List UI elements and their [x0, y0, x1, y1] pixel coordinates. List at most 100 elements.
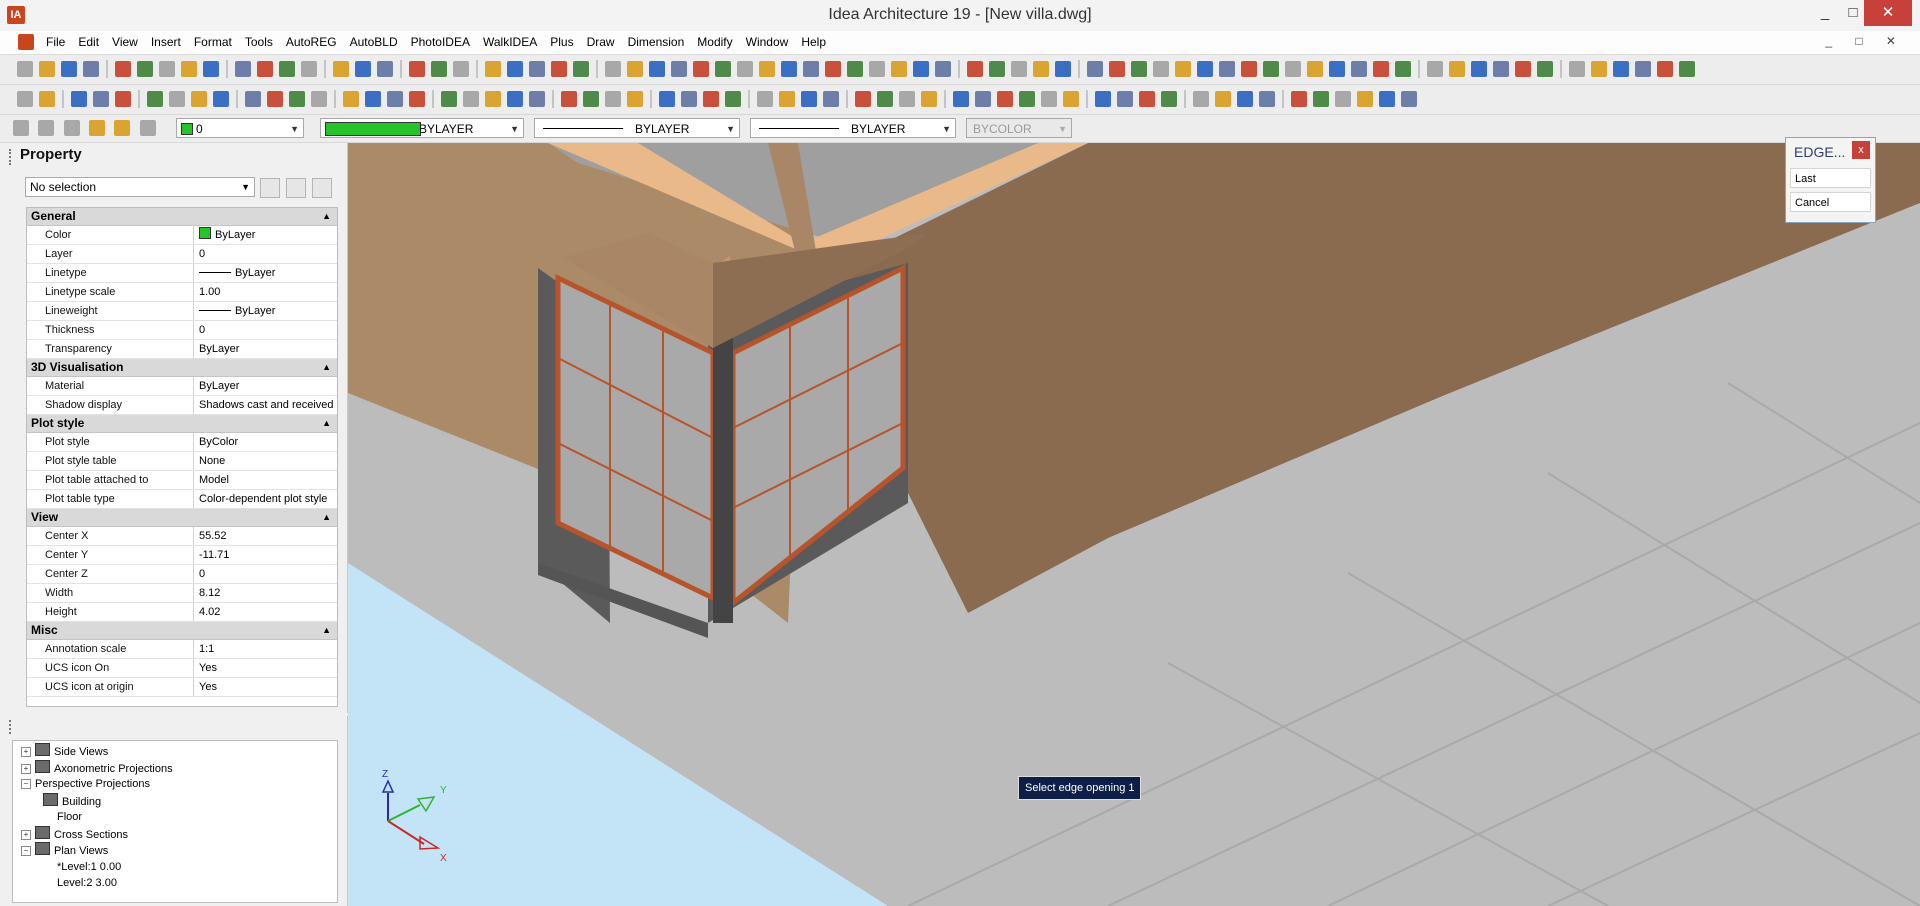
tool-tb2-icons-32-icon[interactable] [801, 91, 817, 107]
tool-tb1-icons-32-icon[interactable] [781, 61, 797, 77]
tool-tb1-icons-15-icon[interactable] [377, 61, 393, 77]
tool-tb1-icons-60-icon[interactable] [1427, 61, 1443, 77]
select-objects-button[interactable] [286, 178, 306, 198]
tool-tb1-icons-61-icon[interactable] [1449, 61, 1465, 77]
category-header[interactable]: General ▲ [27, 208, 337, 226]
tool-tb1-icons-56-icon[interactable] [1329, 61, 1345, 77]
tool-tb1-icons-36-icon[interactable] [869, 61, 885, 77]
tool-tb1-icons-48-icon[interactable] [1153, 61, 1169, 77]
tool-tb2-icons-56-icon[interactable] [1379, 91, 1395, 107]
menu-autoreg[interactable]: AutoREG [286, 35, 337, 49]
layer-previous-icon[interactable] [38, 120, 55, 136]
tool-tb1-icons-29-icon[interactable] [715, 61, 731, 77]
tool-tb1-icons-50-icon[interactable] [1197, 61, 1213, 77]
tool-tb2-icons-1-icon[interactable] [39, 91, 55, 107]
tool-tb1-icons-67-icon[interactable] [1591, 61, 1607, 77]
tree-node[interactable]: Building [43, 792, 101, 809]
property-row[interactable]: Lineweight ByLayer [27, 302, 337, 321]
property-value-cell[interactable]: 1.00 [193, 283, 337, 301]
property-value-cell[interactable]: Color-dependent plot style [193, 490, 337, 508]
tool-tb1-icons-47-icon[interactable] [1131, 61, 1147, 77]
property-value-cell[interactable]: 0 [193, 321, 337, 339]
property-row[interactable]: Thickness 0 [27, 321, 337, 340]
menu-autobld[interactable]: AutoBLD [350, 35, 398, 49]
property-row[interactable]: Plot style table None [27, 452, 337, 471]
collapse-icon[interactable]: − [21, 846, 31, 856]
tool-tb2-icons-30-icon[interactable] [757, 91, 773, 107]
tool-tb1-icons-51-icon[interactable] [1219, 61, 1235, 77]
property-value-cell[interactable]: 55.52 [193, 527, 337, 545]
tree-node[interactable]: Floor [57, 809, 82, 825]
tool-tb2-icons-20-icon[interactable] [507, 91, 523, 107]
tool-tb2-icons-53-icon[interactable] [1313, 91, 1329, 107]
tool-tb2-icons-27-icon[interactable] [681, 91, 697, 107]
menu-help[interactable]: Help [801, 35, 826, 49]
tool-tb1-icons-34-icon[interactable] [825, 61, 841, 77]
property-row[interactable]: UCS icon at origin Yes [27, 678, 337, 697]
tool-tb1-icons-7-icon[interactable] [181, 61, 197, 77]
tool-tb2-icons-19-icon[interactable] [485, 91, 501, 107]
tool-tb1-icons-27-icon[interactable] [671, 61, 687, 77]
panel-grip[interactable] [9, 720, 15, 734]
property-value-cell[interactable]: ByLayer [193, 302, 337, 320]
property-row[interactable]: UCS icon On Yes [27, 659, 337, 678]
property-value-cell[interactable]: None [193, 452, 337, 470]
property-value-cell[interactable]: ByLayer [193, 377, 337, 395]
property-value-cell[interactable]: Yes [193, 659, 337, 677]
category-header[interactable]: Misc ▲ [27, 622, 337, 640]
property-value-cell[interactable]: 4.02 [193, 603, 337, 621]
category-header[interactable]: Plot style ▲ [27, 415, 337, 433]
tool-tb2-icons-42-icon[interactable] [1041, 91, 1057, 107]
tool-tb2-icons-23-icon[interactable] [583, 91, 599, 107]
tool-tb1-icons-28-icon[interactable] [693, 61, 709, 77]
tool-tb2-icons-8-icon[interactable] [213, 91, 229, 107]
tool-tb1-icons-6-icon[interactable] [159, 61, 175, 77]
tool-tb2-icons-39-icon[interactable] [975, 91, 991, 107]
property-value-cell[interactable]: ByLayer [193, 340, 337, 358]
category-header[interactable]: View ▲ [27, 509, 337, 527]
collapse-icon[interactable]: ▲ [322, 208, 331, 225]
tool-tb2-icons-14-icon[interactable] [365, 91, 381, 107]
tool-tb1-icons-59-icon[interactable] [1395, 61, 1411, 77]
tool-tb2-icons-12-icon[interactable] [311, 91, 327, 107]
property-row[interactable]: Center Y -11.71 [27, 546, 337, 565]
tool-tb2-icons-36-icon[interactable] [899, 91, 915, 107]
close-icon[interactable]: x [1852, 141, 1870, 159]
tool-tb1-icons-44-icon[interactable] [1055, 61, 1071, 77]
plotstyle-select[interactable]: BYCOLOR ▼ [966, 118, 1072, 138]
tool-tb2-icons-45-icon[interactable] [1117, 91, 1133, 107]
tool-tb1-icons-62-icon[interactable] [1471, 61, 1487, 77]
tool-tb2-icons-17-icon[interactable] [441, 91, 457, 107]
tool-tb1-icons-16-icon[interactable] [409, 61, 425, 77]
tool-tb2-icons-24-icon[interactable] [605, 91, 621, 107]
tool-tb1-icons-63-icon[interactable] [1493, 61, 1509, 77]
tool-tb1-icons-55-icon[interactable] [1307, 61, 1323, 77]
tool-tb1-icons-52-icon[interactable] [1241, 61, 1257, 77]
tree-node[interactable]: Level:2 3.00 [57, 875, 117, 891]
expand-icon[interactable]: + [21, 763, 31, 774]
tool-tb1-icons-18-icon[interactable] [453, 61, 469, 77]
tool-tb1-icons-53-icon[interactable] [1263, 61, 1279, 77]
toggle-pickadd-button[interactable] [312, 178, 332, 198]
tool-tb2-icons-47-icon[interactable] [1161, 91, 1177, 107]
tool-tb1-icons-10-icon[interactable] [257, 61, 273, 77]
tool-tb2-icons-18-icon[interactable] [463, 91, 479, 107]
property-row[interactable]: Annotation scale 1:1 [27, 640, 337, 659]
collapse-icon[interactable]: ▲ [322, 622, 331, 639]
menu-insert[interactable]: Insert [151, 35, 181, 49]
layer-manager-icon[interactable] [13, 120, 29, 136]
tool-tb2-icons-55-icon[interactable] [1357, 91, 1373, 107]
tool-tb1-icons-37-icon[interactable] [891, 61, 907, 77]
property-value-cell[interactable]: 8.12 [193, 584, 337, 602]
tool-tb2-icons-49-icon[interactable] [1215, 91, 1231, 107]
tool-tb2-icons-11-icon[interactable] [289, 91, 305, 107]
property-row[interactable]: Layer 0 [27, 245, 337, 264]
property-row[interactable]: Height 4.02 [27, 603, 337, 622]
tool-tb2-icons-37-icon[interactable] [921, 91, 937, 107]
tree-node[interactable]: *Level:1 0.00 [57, 859, 121, 875]
tool-tb2-icons-16-icon[interactable] [409, 91, 425, 107]
tool-tb2-icons-50-icon[interactable] [1237, 91, 1253, 107]
document-icon[interactable] [18, 34, 34, 50]
tool-tb2-icons-40-icon[interactable] [997, 91, 1013, 107]
tool-tb1-icons-39-icon[interactable] [935, 61, 951, 77]
